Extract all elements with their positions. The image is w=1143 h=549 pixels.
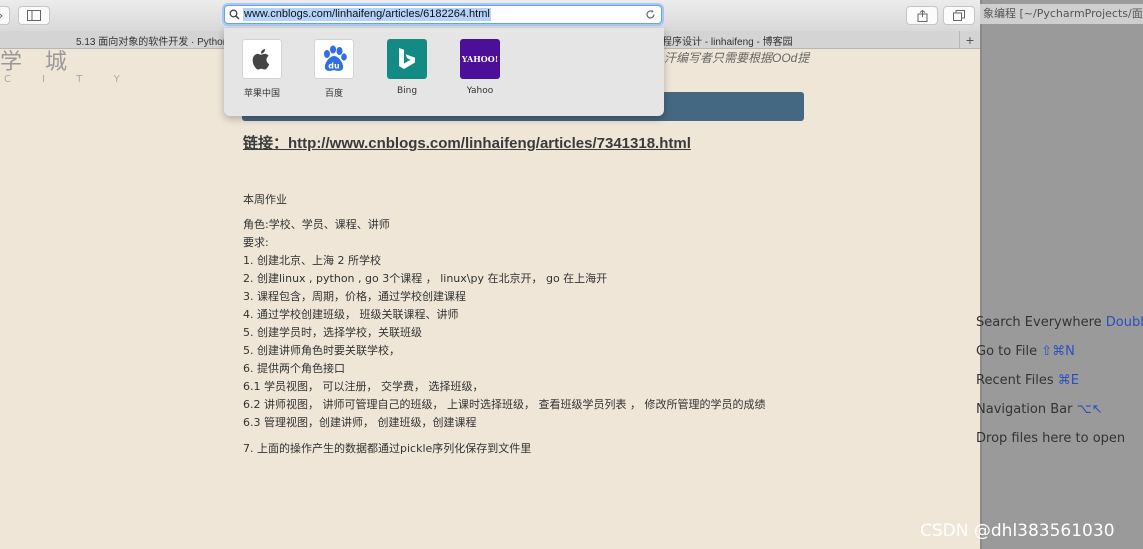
hint-shortcut: ⇧⌘N bbox=[1041, 344, 1075, 359]
top-site-label: 百度 bbox=[324, 89, 343, 99]
plus-icon: + bbox=[965, 31, 975, 48]
site-logo-subtext: C I T Y bbox=[4, 74, 134, 85]
top-site-label: Bing bbox=[396, 86, 418, 96]
requirement-line: 3. 课程包含，周期，价格，通过学校创建课程 bbox=[243, 290, 466, 303]
chevron-right-icon: › bbox=[0, 9, 3, 22]
svg-text:YAHOO!: YAHOO! bbox=[462, 54, 498, 64]
tabs-icon bbox=[953, 10, 965, 21]
watermark-text: CSDN @dhl383561030 bbox=[920, 521, 1115, 541]
share-icon bbox=[917, 9, 927, 22]
requirement-line: 2. 创建linux , python , go 3个课程 ， linux\py… bbox=[243, 272, 608, 285]
pycharm-window: 象编程 [~/PycharmProjects/面向对 Search Everyw… bbox=[976, 0, 1143, 549]
article-link[interactable]: 链接：http://www.cnblogs.com/linhaifeng/art… bbox=[243, 132, 691, 153]
top-site-bing[interactable]: Bing bbox=[377, 39, 437, 96]
yahoo-icon: YAHOO! bbox=[460, 39, 500, 79]
top-site-label: 苹果中国 bbox=[243, 89, 280, 99]
article-intro-text: 汗编写者只需要根据OOd提 bbox=[664, 51, 810, 65]
requirement-line: 要求: bbox=[243, 236, 269, 249]
bing-icon bbox=[387, 39, 427, 79]
back-button[interactable]: › bbox=[0, 6, 10, 25]
svg-text:du: du bbox=[328, 62, 340, 71]
requirement-line: 6.3 管理视图，创建讲师， 创建班级，创建课程 bbox=[243, 416, 477, 429]
requirement-line: 1. 创建北京、上海 2 所学校 bbox=[243, 254, 381, 267]
pycharm-hint: Go to File ⇧⌘N bbox=[976, 344, 1075, 359]
hint-shortcut: Double bbox=[1105, 315, 1143, 330]
search-icon bbox=[229, 9, 240, 20]
share-button[interactable] bbox=[906, 6, 938, 25]
apple-icon bbox=[242, 39, 282, 79]
address-bar[interactable]: www.cnblogs.com/linhaifeng/articles/6182… bbox=[224, 5, 662, 24]
tab-cnblogs[interactable]: 程序设计 - linhaifeng - 博客园 bbox=[662, 33, 793, 48]
requirement-line: 6.2 讲师视图， 讲师可管理自己的班级， 上课时选择班级， 查看班级学员列表 … bbox=[243, 398, 766, 411]
top-site-apple[interactable]: 苹果中国 bbox=[232, 39, 292, 99]
requirement-line: 6. 提供两个角色接口 bbox=[243, 362, 345, 375]
sidebar-icon bbox=[27, 10, 41, 21]
pycharm-hint: Drop files here to open bbox=[976, 431, 1125, 446]
tabs-overview-button[interactable] bbox=[943, 6, 975, 25]
pycharm-hint: Navigation Bar ⌥↖ bbox=[976, 402, 1103, 417]
reload-icon[interactable] bbox=[645, 9, 656, 20]
pycharm-title-bar: 象编程 [~/PycharmProjects/面向对 bbox=[980, 4, 1143, 24]
window-edge-shadow bbox=[980, 0, 982, 549]
site-logo-text: 学 城 bbox=[0, 50, 75, 75]
tab-python-oop[interactable]: 5.13 面向对象的软件开发 · Python全 bbox=[76, 33, 238, 48]
pycharm-hint: Search Everywhere Double bbox=[976, 315, 1143, 330]
top-site-yahoo[interactable]: YAHOO! Yahoo bbox=[450, 39, 510, 96]
homework-final-line: 7. 上面的操作产生的数据都通过pickle序列化保存到文件里 bbox=[243, 442, 532, 455]
new-tab-button[interactable]: + bbox=[959, 31, 980, 48]
pycharm-hint: Recent Files ⌘E bbox=[976, 373, 1079, 388]
requirement-line: 5. 创建讲师角色时要关联学校， bbox=[243, 344, 400, 357]
hint-text: Drop files here to open bbox=[976, 431, 1126, 446]
requirement-line: 6.1 学员视图， 可以注册， 交学费， 选择班级， bbox=[243, 380, 484, 393]
hint-shortcut: ⌘E bbox=[1057, 373, 1079, 388]
hint-text: Search Everywhere bbox=[976, 315, 1106, 330]
top-site-label: Yahoo bbox=[466, 86, 494, 96]
requirement-line: 角色:学校、学员、课程、讲师 bbox=[243, 218, 390, 231]
url-text[interactable]: www.cnblogs.com/linhaifeng/articles/6182… bbox=[243, 8, 491, 21]
top-site-baidu[interactable]: du 百度 bbox=[304, 39, 364, 99]
baidu-icon: du bbox=[314, 39, 354, 79]
hint-text: Recent Files bbox=[976, 373, 1058, 388]
hint-shortcut: ⌥↖ bbox=[1076, 402, 1103, 417]
top-sites-popup: 苹果中国 du 百度 Bing YAHOO! Yahoo bbox=[224, 28, 664, 116]
hint-text: Navigation Bar bbox=[976, 402, 1077, 417]
hint-text: Go to File bbox=[976, 344, 1042, 359]
homework-title: 本周作业 bbox=[243, 193, 287, 206]
requirement-line: 4. 通过学校创建班级， 班级关联课程、讲师 bbox=[243, 308, 459, 321]
sidebar-toggle-button[interactable] bbox=[18, 6, 50, 25]
requirement-line: 5. 创建学员时，选择学校，关联班级 bbox=[243, 326, 422, 339]
